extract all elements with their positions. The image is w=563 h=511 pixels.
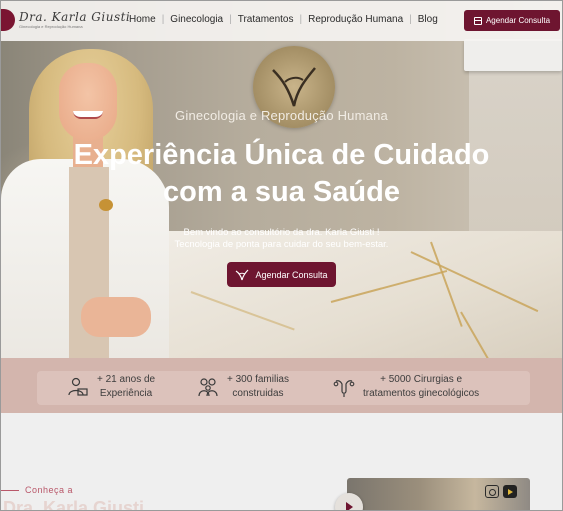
hero-desc-line: Tecnologia de ponta para cuidar do seu b…: [174, 239, 389, 250]
stat-line: construidas: [232, 388, 284, 399]
hero-schedule-label: Agendar Consulta: [255, 269, 328, 280]
nav-item-tratamentos[interactable]: Tratamentos: [238, 14, 294, 25]
family-icon: [198, 378, 218, 397]
uterus-icon: [333, 380, 355, 397]
about-label: Conheça a: [25, 485, 74, 495]
nav-item-reproducao-humana[interactable]: Reprodução Humana: [308, 14, 403, 25]
air-conditioner: [464, 39, 562, 71]
nav-item-blog[interactable]: Blog: [418, 14, 438, 25]
nav-divider: |: [409, 14, 412, 25]
nav-item-home[interactable]: Home: [129, 14, 156, 25]
about-accent-line: [1, 490, 19, 491]
stat-line: tratamentos ginecológicos: [363, 388, 480, 399]
hero-schedule-button[interactable]: Agendar Consulta: [227, 262, 336, 287]
header-schedule-button[interactable]: Agendar Consulta: [464, 10, 560, 31]
hero-subtitle: Ginecologia e Reprodução Humana: [175, 108, 388, 123]
hero-title: Experiência Única de Cuidado com a sua S…: [1, 137, 562, 211]
logo-name: Dra. Karla Giusti: [19, 10, 131, 24]
stat-line: + 21 anos de: [97, 374, 156, 385]
nav-item-ginecologia[interactable]: Ginecologia: [170, 14, 223, 25]
stat-line: + 300 familias: [227, 374, 289, 385]
hero-title-line: Experiência Única de Cuidado: [73, 139, 490, 171]
instagram-icon[interactable]: [485, 485, 499, 498]
stat-experience: + 21 anos de Experiência: [67, 373, 155, 401]
hero-desc-line: Bem vindo ao consultório da dra. Karla G…: [183, 227, 380, 238]
stat-surgeries: + 5000 Cirurgias e tratamentos ginecológ…: [333, 373, 479, 401]
stat-line: + 5000 Cirurgias e: [380, 374, 463, 385]
about-name: Dra. Karla Giusti: [3, 498, 145, 511]
logo-mark-icon: [1, 9, 15, 31]
hero-description: Bem vindo ao consultório da dra. Karla G…: [1, 227, 562, 251]
nav-divider: |: [161, 14, 165, 25]
nav-divider: |: [229, 14, 232, 25]
stat-line: Experiência: [99, 388, 153, 399]
nav-divider: |: [299, 14, 303, 25]
stats-band: + 21 anos de Experiência + 300 familias …: [1, 358, 562, 413]
hero-title-line: com a sua Saúde: [163, 176, 400, 208]
doctor-laptop-icon: [68, 377, 88, 396]
site-logo[interactable]: Dra. Karla Giusti Ginecologia e Reproduç…: [1, 9, 130, 31]
stat-families: + 300 familias construidas: [197, 373, 289, 401]
logo-subtitle: Ginecologia e Reprodução Humana: [19, 24, 83, 29]
page: Ginecologia e Reprodução Humana Experiên…: [0, 0, 563, 511]
main-nav: Home | Ginecologia | Tratamentos | Repro…: [129, 14, 438, 25]
calendar-icon: [473, 16, 482, 25]
hero-section: Ginecologia e Reprodução Humana Experiên…: [1, 1, 562, 358]
youtube-icon[interactable]: [503, 485, 517, 498]
logo-mark-icon: [236, 269, 249, 280]
stats-card: + 21 anos de Experiência + 300 familias …: [37, 371, 530, 405]
header-schedule-label: Agendar Consulta: [485, 16, 551, 25]
site-header: Dra. Karla Giusti Ginecologia e Reproduç…: [1, 1, 562, 41]
